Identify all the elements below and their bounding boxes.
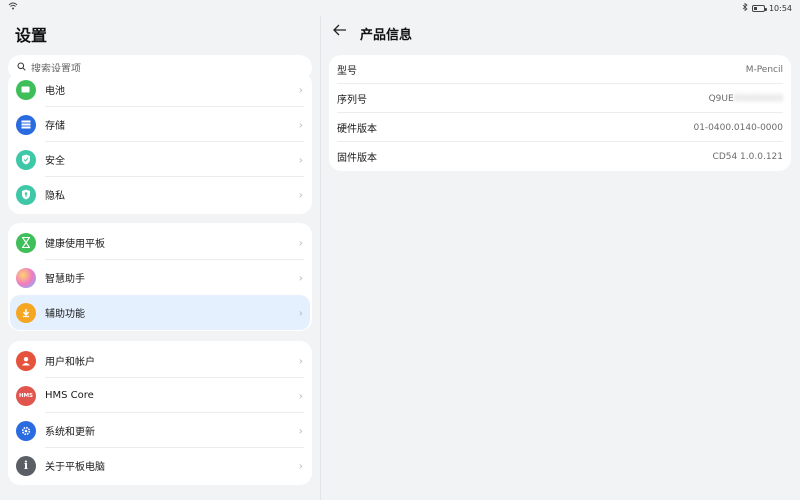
sidebar-item-label: 健康使用平板 xyxy=(45,239,105,250)
chevron-right-icon: › xyxy=(298,83,303,96)
chevron-right-icon: › xyxy=(298,306,303,319)
hms-icon: HMS xyxy=(16,385,36,406)
sidebar-item-accessibility[interactable]: 辅助功能 › xyxy=(10,295,310,330)
chevron-right-icon: › xyxy=(298,118,303,131)
info-row-firmware-version: 固件版本 CD54 1.0.0.121 xyxy=(329,142,791,171)
hourglass-icon xyxy=(16,232,36,253)
sidebar-item-label: 安全 xyxy=(45,156,65,167)
page-title: 产品信息 xyxy=(360,28,413,43)
shield-icon xyxy=(16,149,36,170)
hand-icon xyxy=(16,302,36,323)
chevron-right-icon: › xyxy=(298,459,303,472)
info-value: M-Pencil xyxy=(745,64,783,75)
info-key: 型号 xyxy=(337,66,357,77)
page-title: 设置 xyxy=(15,26,48,45)
sidebar-item-system-updates[interactable]: 系统和更新 › xyxy=(8,413,312,448)
privacy-icon xyxy=(16,184,36,205)
info-row-serial: 序列号 Q9UEXXXXXXXX xyxy=(329,84,791,113)
sidebar-item-label: 隐私 xyxy=(45,191,65,202)
info-value: Q9UEXXXXXXXX xyxy=(708,93,783,104)
sidebar-item-label: 系统和更新 xyxy=(45,427,95,438)
chevron-right-icon: › xyxy=(298,389,303,402)
chevron-right-icon: › xyxy=(298,188,303,201)
sidebar-item-label: 电池 xyxy=(45,86,65,97)
settings-group-2: 健康使用平板 › 智慧助手 › 辅助功能 › xyxy=(8,223,312,331)
sidebar-item-about-tablet[interactable]: i 关于平板电脑 › xyxy=(8,448,312,483)
sidebar-item-storage[interactable]: 存储 › xyxy=(8,107,312,142)
sidebar-item-label: 存储 xyxy=(45,121,65,132)
assistant-icon xyxy=(16,267,36,288)
sidebar-item-label: 关于平板电脑 xyxy=(45,462,105,473)
sidebar-item-label: 用户和帐户 xyxy=(45,357,95,368)
user-icon xyxy=(16,350,36,371)
chevron-right-icon: › xyxy=(298,153,303,166)
info-key: 固件版本 xyxy=(337,153,377,164)
sidebar-item-label: HMS Core xyxy=(45,390,94,401)
settings-sidebar: 设置 搜索设置项 电池 › 存储 › 安全 › 隐私 › 健康使用平板 › 智慧… xyxy=(0,0,320,500)
settings-group-3: 用户和帐户 › HMS HMS Core › 系统和更新 › i 关于平板电脑 … xyxy=(8,341,312,485)
redacted-serial: XXXXXXXX xyxy=(733,93,783,104)
chevron-right-icon: › xyxy=(298,424,303,437)
info-row-hardware-version: 硬件版本 01-0400.0140-0000 xyxy=(329,113,791,142)
sidebar-item-digital-balance[interactable]: 健康使用平板 › xyxy=(8,225,312,260)
sidebar-item-hms-core[interactable]: HMS HMS Core › xyxy=(8,378,312,413)
sidebar-item-smart-assistant[interactable]: 智慧助手 › xyxy=(8,260,312,295)
sidebar-item-label: 辅助功能 xyxy=(45,309,85,320)
sidebar-item-label: 智慧助手 xyxy=(45,274,85,285)
info-icon: i xyxy=(16,455,36,476)
info-value: CD54 1.0.0.121 xyxy=(712,151,783,162)
sidebar-item-privacy[interactable]: 隐私 › xyxy=(8,177,312,212)
chevron-right-icon: › xyxy=(298,236,303,249)
battery-icon xyxy=(16,79,36,100)
settings-group-1: 电池 › 存储 › 安全 › 隐私 › xyxy=(8,72,312,214)
product-info-card: 型号 M-Pencil 序列号 Q9UEXXXXXXXX 硬件版本 01-040… xyxy=(329,55,791,171)
chevron-right-icon: › xyxy=(298,354,303,367)
info-value: 01-0400.0140-0000 xyxy=(693,122,783,133)
chevron-right-icon: › xyxy=(298,271,303,284)
storage-icon xyxy=(16,114,36,135)
info-key: 序列号 xyxy=(337,95,367,106)
sidebar-item-users-accounts[interactable]: 用户和帐户 › xyxy=(8,343,312,378)
product-info-pane: 产品信息 型号 M-Pencil 序列号 Q9UEXXXXXXXX 硬件版本 0… xyxy=(321,0,800,500)
gear-icon xyxy=(16,420,36,441)
back-arrow-icon[interactable] xyxy=(333,23,347,39)
sidebar-item-security[interactable]: 安全 › xyxy=(8,142,312,177)
sidebar-item-battery[interactable]: 电池 › xyxy=(8,72,312,107)
info-key: 硬件版本 xyxy=(337,124,377,135)
info-row-model: 型号 M-Pencil xyxy=(329,55,791,84)
